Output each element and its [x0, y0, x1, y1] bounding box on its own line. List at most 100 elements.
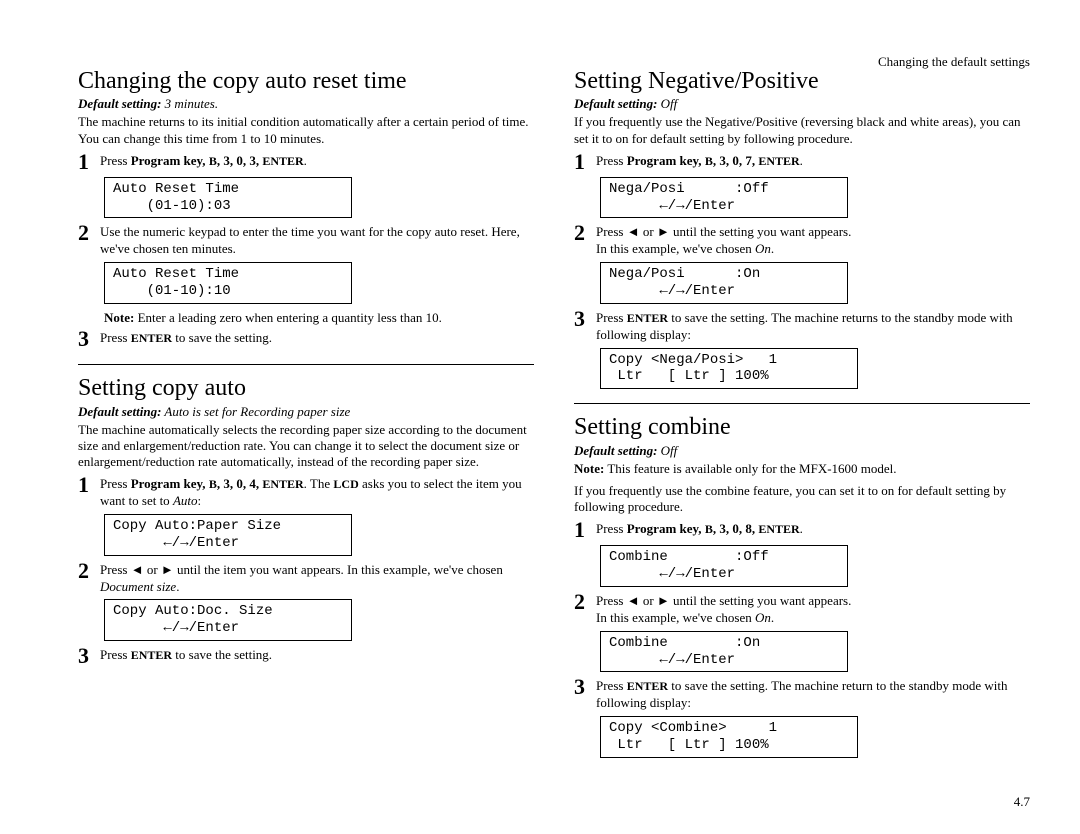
lcd-display: Nega/Posi :Off ←/→/Enter	[600, 177, 848, 219]
intro-text: If you frequently use the Negative/Posit…	[574, 114, 1030, 147]
t: Document size	[100, 579, 176, 594]
t: ENTER	[627, 311, 668, 325]
t: Program key,	[131, 476, 209, 491]
t: LCD	[333, 477, 358, 491]
step-number: 1	[574, 151, 596, 173]
lcd-display: Auto Reset Time (01-10):03	[104, 177, 352, 219]
t: , 3, 0, 3,	[217, 153, 263, 168]
step-number: 3	[574, 676, 596, 698]
lcd-display: Nega/Posi :On ←/→/Enter	[600, 262, 848, 304]
step-3: 3 Press ENTER to save the setting. The m…	[574, 678, 1030, 712]
lcd-display: Copy <Combine> 1 Ltr [ Ltr ] 100%	[600, 716, 858, 758]
intro-text: The machine automatically selects the re…	[78, 422, 534, 471]
step-number: 2	[574, 591, 596, 613]
t: Program key,	[131, 153, 209, 168]
t: ENTER	[758, 154, 799, 168]
step-1: 1 Press Program key, B, 3, 0, 7, ENTER.	[574, 153, 1030, 173]
step-3: 3 Press ENTER to save the setting.	[78, 330, 534, 350]
lcd-display: Combine :On ←/→/Enter	[600, 631, 848, 673]
step-number: 1	[78, 474, 100, 496]
note: Note: This feature is available only for…	[574, 461, 1030, 477]
t: ENTER	[262, 154, 303, 168]
t: .	[800, 153, 803, 168]
header-path: Changing the default settings	[878, 54, 1030, 70]
t: .	[176, 579, 179, 594]
t: On	[755, 610, 771, 625]
t: In this example, we've chosen	[596, 241, 755, 256]
t: to save the setting.	[172, 647, 272, 662]
step-text: Press ◄ or ► until the setting you want …	[596, 593, 1030, 627]
t: ENTER	[262, 477, 303, 491]
t: Press ◄ or ► until the item you want app…	[100, 562, 503, 577]
t: Press	[596, 521, 627, 536]
t: ENTER	[131, 331, 172, 345]
default-label: Default setting:	[574, 443, 657, 458]
step-number: 2	[574, 222, 596, 244]
intro-text: The machine returns to its initial condi…	[78, 114, 534, 147]
step-number: 3	[78, 645, 100, 667]
step-number: 3	[78, 328, 100, 350]
t: , 3, 0, 4,	[217, 476, 263, 491]
t: Auto	[173, 493, 198, 508]
section-title: Setting Negative/Positive	[574, 68, 1030, 94]
default-value: Off	[657, 96, 677, 111]
step-1: 1 Press Program key, B, 3, 0, 8, ENTER.	[574, 521, 1030, 541]
note-text: Enter a leading zero when entering a qua…	[134, 310, 442, 325]
t: Press	[596, 678, 627, 693]
t: ENTER	[758, 522, 799, 536]
step-number: 1	[78, 151, 100, 173]
step-number: 2	[78, 560, 100, 582]
section-title: Changing the copy auto reset time	[78, 68, 534, 94]
step-text: Press Program key, B, 3, 0, 3, ENTER.	[100, 153, 534, 170]
step-2: 2 Press ◄ or ► until the setting you wan…	[574, 593, 1030, 627]
step-3: 3 Press ENTER to save the setting. The m…	[574, 310, 1030, 344]
default-setting: Default setting: 3 minutes.	[78, 96, 534, 112]
step-text: Press ENTER to save the setting.	[100, 330, 534, 347]
t: B	[705, 522, 713, 536]
section-divider	[78, 364, 534, 365]
step-1: 1 Press Program key, B, 3, 0, 4, ENTER. …	[78, 476, 534, 510]
section-title: Setting combine	[574, 414, 1030, 440]
note-label: Note:	[104, 310, 134, 325]
lcd-display: Copy <Nega/Posi> 1 Ltr [ Ltr ] 100%	[600, 348, 858, 390]
step-2: 2 Press ◄ or ► until the setting you wan…	[574, 224, 1030, 258]
default-label: Default setting:	[78, 404, 161, 419]
section-divider	[574, 403, 1030, 404]
t: .	[771, 241, 774, 256]
lcd-display: Combine :Off ←/→/Enter	[600, 545, 848, 587]
default-value: 3 minutes.	[161, 96, 218, 111]
t: Press ◄ or ► until the setting you want …	[596, 224, 851, 239]
right-column: Setting Negative/Positive Default settin…	[574, 68, 1030, 764]
note-text: This feature is available only for the M…	[604, 461, 896, 476]
t: On	[755, 241, 771, 256]
section-title: Setting copy auto	[78, 375, 534, 401]
t: , 3, 0, 7,	[713, 153, 759, 168]
note: Note: Enter a leading zero when entering…	[104, 310, 534, 326]
lcd-display: Copy Auto:Paper Size ←/→/Enter	[104, 514, 352, 556]
t: Press ◄ or ► until the setting you want …	[596, 593, 851, 608]
default-setting: Default setting: Off	[574, 96, 1030, 112]
default-label: Default setting:	[574, 96, 657, 111]
default-label: Default setting:	[78, 96, 161, 111]
step-1: 1 Press Program key, B, 3, 0, 3, ENTER.	[78, 153, 534, 173]
t: Press	[100, 153, 131, 168]
t: :	[198, 493, 202, 508]
step-text: Use the numeric keypad to enter the time…	[100, 224, 534, 258]
step-2: 2 Use the numeric keypad to enter the ti…	[78, 224, 534, 258]
default-value: Auto is set for Recording paper size	[161, 404, 350, 419]
step-text: Press ENTER to save the setting. The mac…	[596, 678, 1030, 712]
step-number: 2	[78, 222, 100, 244]
t: , 3, 0, 8,	[713, 521, 759, 536]
intro-text: If you frequently use the combine featur…	[574, 483, 1030, 516]
step-text: Press Program key, B, 3, 0, 8, ENTER.	[596, 521, 1030, 538]
step-text: Press ENTER to save the setting. The mac…	[596, 310, 1030, 344]
t: B	[705, 154, 713, 168]
step-text: Press Program key, B, 3, 0, 4, ENTER. Th…	[100, 476, 534, 510]
t: B	[209, 154, 217, 168]
left-column: Changing the copy auto reset time Defaul…	[78, 68, 534, 764]
t: ENTER	[627, 679, 668, 693]
lcd-display: Auto Reset Time (01-10):10	[104, 262, 352, 304]
page-number: 4.7	[1014, 794, 1030, 810]
t: ENTER	[131, 648, 172, 662]
t: Press	[596, 310, 627, 325]
